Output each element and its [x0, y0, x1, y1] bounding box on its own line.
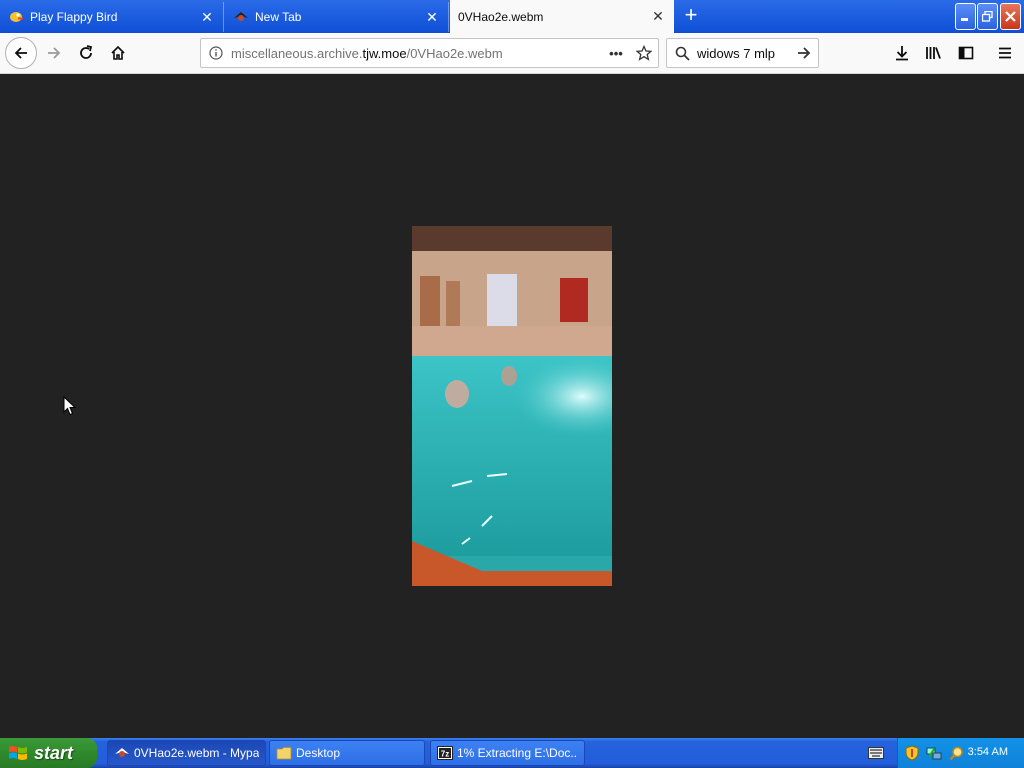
taskbar-item-label: Desktop [296, 746, 341, 760]
back-arrow-icon [14, 47, 27, 59]
reload-button[interactable] [72, 39, 100, 67]
mouse-cursor-icon [63, 395, 77, 421]
home-icon [111, 45, 125, 60]
tab-play-flappy-bird[interactable]: Play Flappy Bird ✕ [0, 2, 224, 32]
tab-strip: Play Flappy Bird ✕ New Tab ✕ 0VHao2e.web… [0, 0, 1024, 33]
search-bar[interactable]: widows 7 mlp [666, 38, 819, 68]
taskbar-item-desktop[interactable]: Desktop [269, 740, 425, 766]
url-prefix: miscellaneous.archive. [231, 45, 363, 61]
search-input[interactable]: widows 7 mlp [697, 46, 790, 61]
system-tray: 3:54 AM [897, 738, 1024, 768]
flappy-bird-icon [8, 9, 24, 25]
search-icon [667, 46, 697, 61]
minimize-button[interactable] [955, 3, 976, 30]
reload-icon [80, 45, 93, 59]
search-go-icon[interactable] [790, 45, 818, 61]
forward-button[interactable] [40, 39, 68, 67]
library-button[interactable] [920, 39, 948, 67]
tab-label: Play Flappy Bird [30, 10, 118, 24]
taskbar: start 0VHao2e.webm - Mypal Desktop 7z 1%… [0, 738, 1024, 768]
menu-button[interactable] [991, 39, 1019, 67]
tab-label: New Tab [255, 10, 302, 24]
sidebar-icon [958, 46, 974, 60]
home-button[interactable] [104, 39, 132, 67]
mypal-icon [233, 9, 249, 25]
taskbar-item-label: 1% Extracting E:\Doc... [457, 746, 578, 760]
taskbar-item-mypal[interactable]: 0VHao2e.webm - Mypal [107, 740, 266, 766]
taskbar-item-label: 0VHao2e.webm - Mypal [134, 746, 259, 760]
download-icon [896, 46, 908, 61]
folder-icon [276, 745, 292, 761]
mypal-icon [114, 745, 130, 761]
video-player[interactable] [412, 226, 612, 586]
bookmark-star-icon[interactable] [630, 45, 658, 61]
hamburger-menu-icon [999, 47, 1011, 59]
windows-flag-icon [9, 746, 27, 760]
tab-label: 0VHao2e.webm [458, 9, 544, 24]
navigation-toolbar: miscellaneous.archive.tjw.moe/0VHao2e.we… [0, 33, 1024, 74]
page-content [0, 74, 1024, 738]
restore-button[interactable] [977, 3, 998, 30]
svg-text:7z: 7z [441, 750, 449, 759]
close-window-button[interactable] [1000, 3, 1021, 30]
sidebar-button[interactable] [952, 39, 980, 67]
7zip-icon: 7z [437, 745, 453, 761]
page-actions-icon[interactable]: ••• [602, 46, 630, 61]
start-button[interactable]: start [0, 738, 97, 768]
forward-arrow-icon [48, 47, 61, 59]
downloads-button[interactable] [888, 39, 916, 67]
site-info-icon[interactable] [201, 46, 231, 60]
url-path: /0VHao2e.webm [406, 45, 503, 61]
clock[interactable]: 3:54 AM [968, 746, 1008, 758]
taskbar-item-7zip-extracting[interactable]: 7z 1% Extracting E:\Doc... [430, 740, 585, 766]
security-shield-icon[interactable] [904, 745, 920, 761]
library-icon [926, 47, 941, 59]
close-tab-icon[interactable]: ✕ [199, 9, 215, 25]
tab-0vhao2e-webm[interactable]: 0VHao2e.webm ✕ [450, 0, 674, 33]
close-tab-icon[interactable]: ✕ [424, 9, 440, 25]
url-text[interactable]: miscellaneous.archive.tjw.moe/0VHao2e.we… [231, 46, 602, 61]
close-tab-icon[interactable]: ✕ [650, 8, 666, 25]
search-magnifier-icon[interactable] [948, 745, 964, 761]
url-host: tjw.moe [362, 45, 407, 61]
video-frame-pool [412, 226, 612, 586]
tab-new-tab[interactable]: New Tab ✕ [225, 2, 449, 32]
url-bar[interactable]: miscellaneous.archive.tjw.moe/0VHao2e.we… [200, 38, 659, 68]
network-icon[interactable] [926, 745, 942, 761]
back-button[interactable] [5, 37, 37, 69]
keyboard-icon[interactable] [868, 746, 884, 760]
new-tab-button[interactable]: + [680, 4, 702, 28]
start-label: start [34, 742, 74, 763]
